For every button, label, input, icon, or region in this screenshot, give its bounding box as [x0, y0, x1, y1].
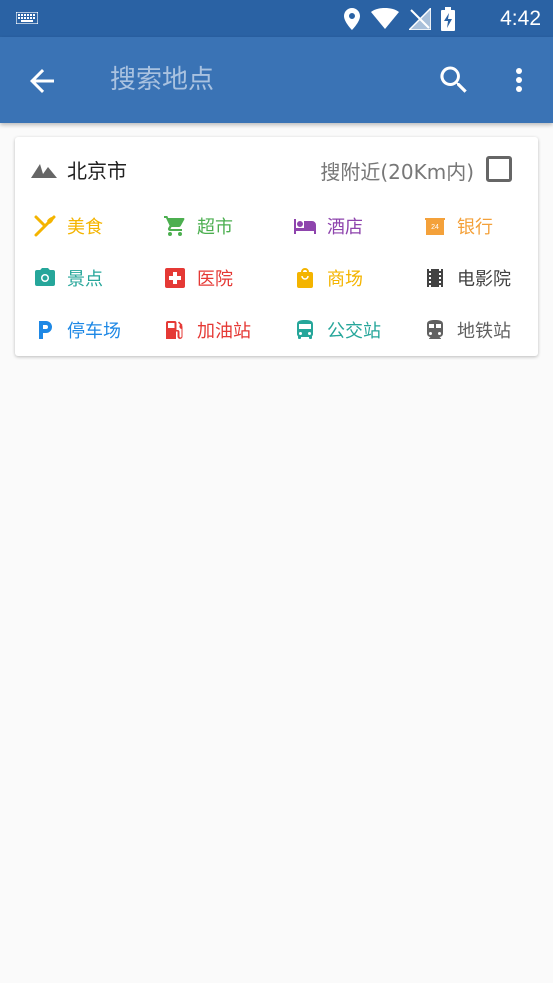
- category-label: 美食: [67, 217, 103, 238]
- category-label: 电影院: [457, 269, 511, 290]
- category-label: 银行: [457, 217, 493, 238]
- category-bank[interactable]: 24 银行: [423, 213, 493, 239]
- location-icon: [344, 8, 360, 30]
- city-selector[interactable]: 北京市: [31, 155, 127, 184]
- category-bus-stop[interactable]: 公交站: [293, 317, 381, 343]
- gas-station-icon: [166, 321, 183, 339]
- category-mall[interactable]: 商场: [293, 265, 363, 291]
- film-icon: [427, 269, 443, 287]
- parking-icon: [39, 321, 52, 339]
- category-food[interactable]: 美食: [33, 213, 103, 239]
- subway-icon: [427, 320, 443, 339]
- search-input[interactable]: [110, 59, 410, 101]
- category-label: 加油站: [197, 321, 251, 342]
- nearby-checkbox[interactable]: [486, 156, 512, 182]
- camera-icon: [35, 268, 55, 286]
- category-label: 景点: [67, 269, 103, 290]
- category-label: 医院: [197, 269, 233, 290]
- category-label: 商场: [327, 269, 363, 290]
- bank-icon: 24: [425, 218, 445, 235]
- svg-text:24: 24: [431, 224, 439, 231]
- category-hospital[interactable]: 医院: [163, 265, 233, 291]
- shopping-bag-icon: [297, 268, 313, 288]
- food-icon: [34, 215, 56, 237]
- mountain-icon: [31, 163, 57, 178]
- category-label: 公交站: [327, 321, 381, 342]
- keyboard-icon: [16, 12, 38, 24]
- more-vert-icon[interactable]: [506, 62, 532, 98]
- category-parking[interactable]: 停车场: [33, 317, 121, 343]
- hotel-icon: [294, 219, 316, 234]
- hospital-icon: [165, 268, 185, 288]
- city-label: 北京市: [67, 159, 127, 183]
- wifi-icon: [371, 8, 399, 29]
- signal-off-icon: [409, 8, 431, 30]
- status-bar: 4:42: [0, 0, 553, 37]
- bus-icon: [297, 320, 313, 339]
- category-label: 酒店: [327, 217, 363, 238]
- battery-charging-icon: [441, 7, 455, 31]
- category-gas-station[interactable]: 加油站: [163, 317, 251, 343]
- category-hotel[interactable]: 酒店: [293, 213, 363, 239]
- category-label: 地铁站: [457, 321, 511, 342]
- category-supermarket[interactable]: 超市: [163, 213, 233, 239]
- status-time: 4:42: [500, 7, 541, 30]
- category-subway[interactable]: 地铁站: [423, 317, 511, 343]
- search-icon[interactable]: [436, 62, 472, 98]
- category-label: 超市: [197, 217, 233, 238]
- nearby-label: 搜附近(20Km内): [320, 160, 474, 184]
- app-bar: [0, 37, 553, 123]
- poi-category-card: 北京市 搜附近(20Km内) 美食 超市 酒店 24 银行 景点 医院 商场 电…: [15, 137, 538, 356]
- back-arrow-icon[interactable]: [24, 63, 60, 99]
- category-label: 停车场: [67, 321, 121, 342]
- category-scenic[interactable]: 景点: [33, 265, 103, 291]
- cart-icon: [164, 216, 185, 236]
- category-cinema[interactable]: 电影院: [423, 265, 511, 291]
